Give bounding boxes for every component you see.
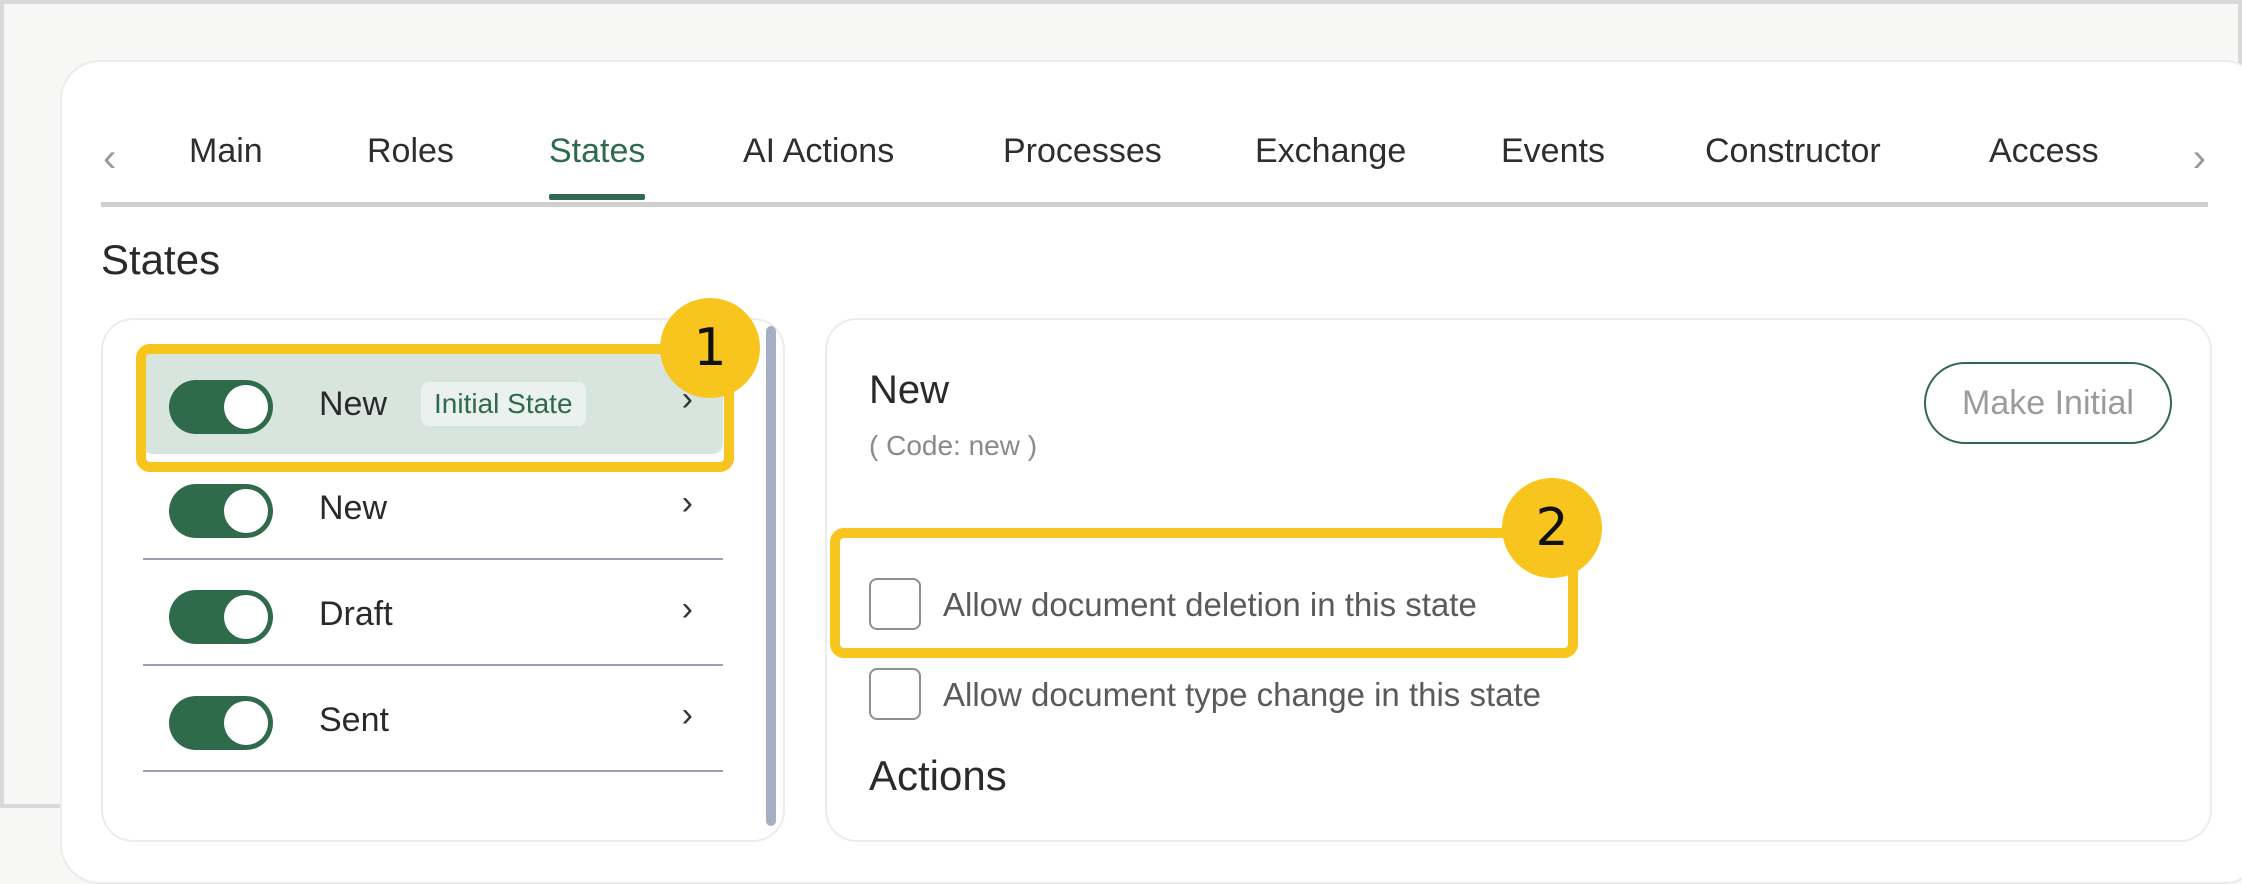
state-detail-title: New [869,368,950,412]
tab-main[interactable]: Main [189,132,263,171]
highlight-box-2 [830,528,1578,658]
chevron-right-icon: › [681,696,693,734]
allow-type-change-label: Allow document type change in this state [943,676,1542,713]
state-name: Draft [319,595,393,633]
state-toggle[interactable] [169,484,273,538]
actions-heading: Actions [869,752,1007,799]
state-row-draft[interactable]: Draft › [143,560,723,666]
list-scrollbar[interactable] [766,326,776,826]
make-initial-button[interactable]: Make Initial [1924,362,2172,444]
tab-access[interactable]: Access [1989,132,2099,171]
state-code: ( Code: new ) [869,430,1038,461]
chevron-right-icon: › [681,590,693,628]
state-toggle[interactable] [169,696,273,750]
toggle-knob [224,595,268,639]
state-name: Sent [319,701,389,739]
active-tab-indicator [549,194,645,200]
annotation-marker-2: 2 [1502,478,1602,578]
tab-roles[interactable]: Roles [367,132,454,171]
toggle-knob [224,701,268,745]
state-toggle[interactable] [169,590,273,644]
allow-type-change-checkbox[interactable] [869,668,921,720]
state-name: New [319,489,388,527]
tab-events[interactable]: Events [1501,132,1605,171]
tab-constructor[interactable]: Constructor [1705,132,1881,171]
chevron-left-icon[interactable]: ‹ [103,138,116,178]
tab-processes[interactable]: Processes [1003,132,1162,171]
annotation-marker-1: 1 [660,298,760,398]
highlight-box-1 [136,344,734,472]
tab-exchange[interactable]: Exchange [1255,132,1406,171]
chevron-right-icon: › [681,484,693,522]
tab-bar: ‹ Main Roles States AI Actions Processes… [101,118,2208,207]
tab-ai-actions[interactable]: AI Actions [743,132,894,171]
page-title: States [101,236,221,283]
state-row-sent[interactable]: Sent › [143,666,723,772]
toggle-knob [224,489,268,533]
tab-states[interactable]: States [549,132,645,171]
chevron-right-icon[interactable]: › [2193,138,2206,178]
